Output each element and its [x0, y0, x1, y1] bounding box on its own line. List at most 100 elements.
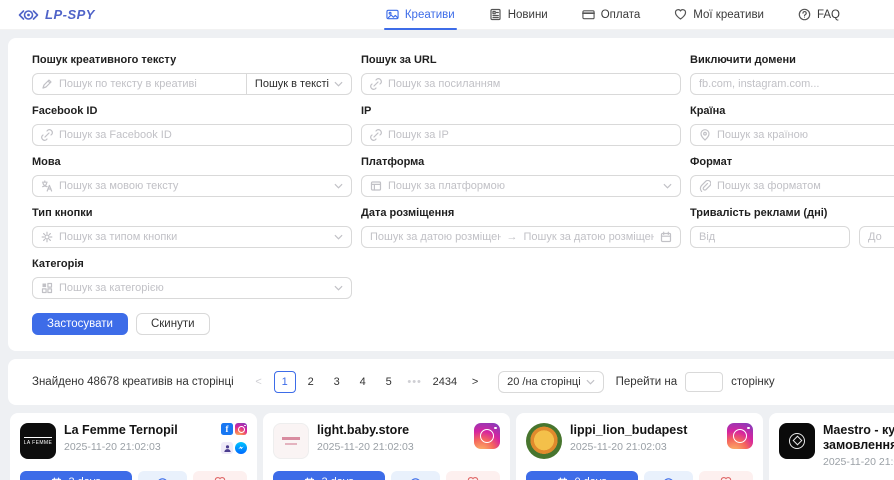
card-title[interactable]: Maestro - кухні, меблі на замовлення в У… — [823, 423, 894, 453]
results-summary: Знайдено 48678 креативів на сторінці — [32, 376, 234, 388]
button-type-select[interactable] — [32, 226, 352, 248]
filter-platform: Платформа — [361, 156, 681, 197]
facebook-id-input[interactable] — [59, 129, 343, 141]
ip-input[interactable] — [388, 129, 672, 141]
favorite-button[interactable] — [193, 471, 247, 480]
page-button-3[interactable]: 3 — [326, 371, 348, 393]
pagination-bar: Знайдено 48678 креативів на сторінці < 1… — [8, 359, 894, 405]
duration-from-input[interactable] — [699, 231, 841, 243]
browser-window-icon — [370, 180, 382, 192]
instagram-icon — [727, 423, 753, 449]
nav-label: Креативи — [405, 9, 455, 21]
chevron-down-icon — [334, 183, 343, 189]
platform-select[interactable] — [361, 175, 681, 197]
prev-page-button[interactable]: < — [248, 371, 270, 393]
nav-payment[interactable]: Оплата — [582, 0, 641, 30]
view-button[interactable] — [138, 471, 187, 480]
card-date: 2025-11-20 21:02:03 — [570, 441, 719, 453]
format-input[interactable] — [717, 180, 894, 192]
field-label: Формат — [690, 156, 894, 169]
page-button-4[interactable]: 4 — [352, 371, 374, 393]
logo[interactable]: LP-SPY — [18, 7, 95, 22]
pager: < 1 2 3 4 5 ••• 2434 > — [248, 371, 486, 393]
days-button[interactable]: 3 days — [273, 471, 385, 480]
eye-icon — [156, 476, 169, 480]
page-button-last[interactable]: 2434 — [430, 371, 460, 393]
filter-url: Пошук за URL — [361, 54, 681, 95]
filter-facebook-id: Facebook ID — [32, 105, 352, 146]
format-select[interactable] — [690, 175, 894, 197]
field-label: Категорія — [32, 258, 352, 271]
creatives-grid: LA FEMME La Femme Ternopil 2025-11-20 21… — [10, 413, 894, 480]
category-select[interactable] — [32, 277, 352, 299]
nav-my-creatives[interactable]: Мої креативи — [674, 0, 764, 30]
creative-card: Maestro - кухні, меблі на замовлення в У… — [769, 413, 894, 480]
date-range-picker[interactable]: → — [361, 226, 681, 248]
logo-text: LP-SPY — [45, 7, 95, 22]
person-icon — [221, 442, 233, 454]
calendar-icon — [51, 477, 62, 480]
nav-creatives[interactable]: Креативи — [386, 0, 455, 30]
heart-icon — [720, 476, 732, 480]
card-date: 2025-11-20 21:02:03 — [317, 441, 466, 453]
view-button[interactable] — [391, 471, 440, 480]
url-input[interactable] — [388, 78, 672, 90]
filter-category: Категорія — [32, 258, 352, 299]
apply-button[interactable]: Застосувати — [32, 313, 128, 335]
filter-date-range: Дата розміщення → — [361, 207, 681, 248]
days-label: 3 days — [68, 476, 100, 480]
link-icon — [370, 129, 382, 141]
goto-page: Перейти на сторінку — [616, 372, 775, 392]
goto-prefix: Перейти на — [616, 376, 678, 388]
date-to-input[interactable] — [524, 231, 655, 243]
days-button[interactable]: 0 days — [526, 471, 638, 480]
category-input[interactable] — [59, 282, 328, 294]
filter-panel: Пошук креативного тексту Пошук в тексті … — [8, 38, 894, 351]
facebook-icon: f — [221, 423, 233, 435]
page-button-1[interactable]: 1 — [274, 371, 296, 393]
translate-icon — [41, 180, 53, 192]
favorite-button[interactable] — [446, 471, 500, 480]
heart-icon — [214, 476, 226, 480]
view-button[interactable] — [644, 471, 693, 480]
page-button-2[interactable]: 2 — [300, 371, 322, 393]
next-page-button[interactable]: > — [464, 371, 486, 393]
pages-ellipsis[interactable]: ••• — [404, 371, 426, 393]
filter-button-type: Тип кнопки — [32, 207, 352, 248]
field-label: Країна — [690, 105, 894, 118]
nav-news[interactable]: Новини — [489, 0, 548, 30]
chevron-down-icon — [334, 234, 343, 240]
creative-text-input[interactable] — [59, 78, 238, 90]
card-title[interactable]: La Femme Ternopil — [64, 423, 213, 438]
text-search-mode-select[interactable]: Пошук в тексті — [246, 74, 351, 94]
days-label: 0 days — [574, 476, 606, 480]
network-icons: f — [221, 423, 247, 459]
exclude-domains-input[interactable] — [699, 78, 894, 90]
page-button-5[interactable]: 5 — [378, 371, 400, 393]
card-title[interactable]: light.baby.store — [317, 423, 466, 438]
platform-input[interactable] — [388, 180, 657, 192]
days-button[interactable]: 3 days — [20, 471, 132, 480]
page-size-value: 20 /на сторінці — [507, 376, 581, 388]
country-input[interactable] — [717, 129, 894, 141]
avatar — [779, 423, 815, 459]
page-size-select[interactable]: 20 /на сторінці — [498, 371, 604, 393]
location-pin-icon — [699, 129, 711, 141]
chevron-down-icon — [334, 285, 343, 291]
creative-card: lippi_lion_budapest 2025-11-20 21:02:03 … — [516, 413, 763, 480]
language-select[interactable] — [32, 175, 352, 197]
network-icons — [727, 423, 753, 459]
filter-format: Формат — [690, 156, 894, 197]
language-input[interactable] — [59, 180, 328, 192]
favorite-button[interactable] — [699, 471, 753, 480]
card-title[interactable]: lippi_lion_budapest — [570, 423, 719, 438]
card-date: 2025-11-20 21:02:03 — [64, 441, 213, 453]
goto-page-input[interactable] — [685, 372, 723, 392]
heart-icon — [674, 8, 687, 21]
filter-exclude-domains: Виключити домени — [690, 54, 894, 95]
reset-button[interactable]: Скинути — [136, 313, 210, 335]
duration-to-input[interactable] — [868, 231, 894, 243]
button-type-input[interactable] — [59, 231, 328, 243]
nav-faq[interactable]: FAQ — [798, 0, 840, 30]
date-from-input[interactable] — [370, 231, 501, 243]
